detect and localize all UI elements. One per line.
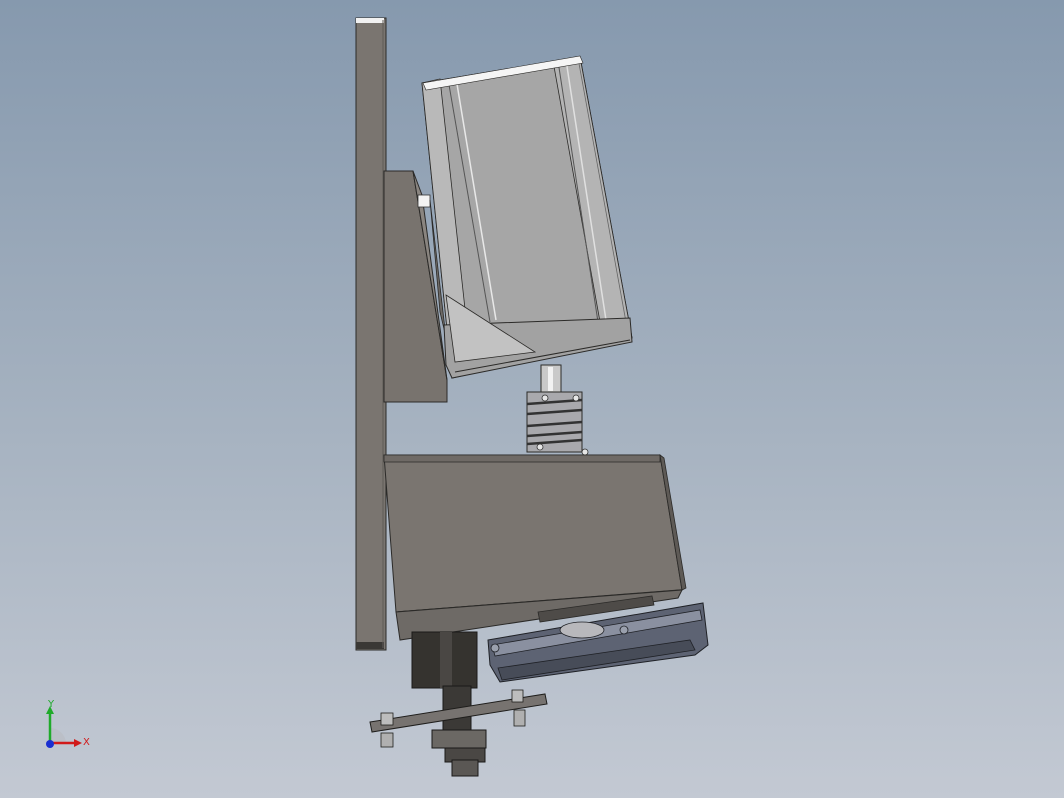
output-shaft[interactable]	[411, 631, 487, 777]
flexible-coupling[interactable]	[526, 391, 589, 456]
gearbox-housing[interactable]	[383, 454, 687, 613]
stepper-motor[interactable]	[421, 55, 633, 380]
cad-model-view[interactable]	[0, 0, 1064, 798]
triad-y-label: Y	[48, 699, 55, 710]
motor-shaft[interactable]	[540, 364, 562, 394]
mounting-plate[interactable]	[355, 17, 387, 651]
coordinate-triad: Y X	[40, 698, 100, 758]
triad-x-label: X	[83, 737, 90, 748]
graphics-viewport[interactable]: Y X	[0, 0, 1064, 798]
